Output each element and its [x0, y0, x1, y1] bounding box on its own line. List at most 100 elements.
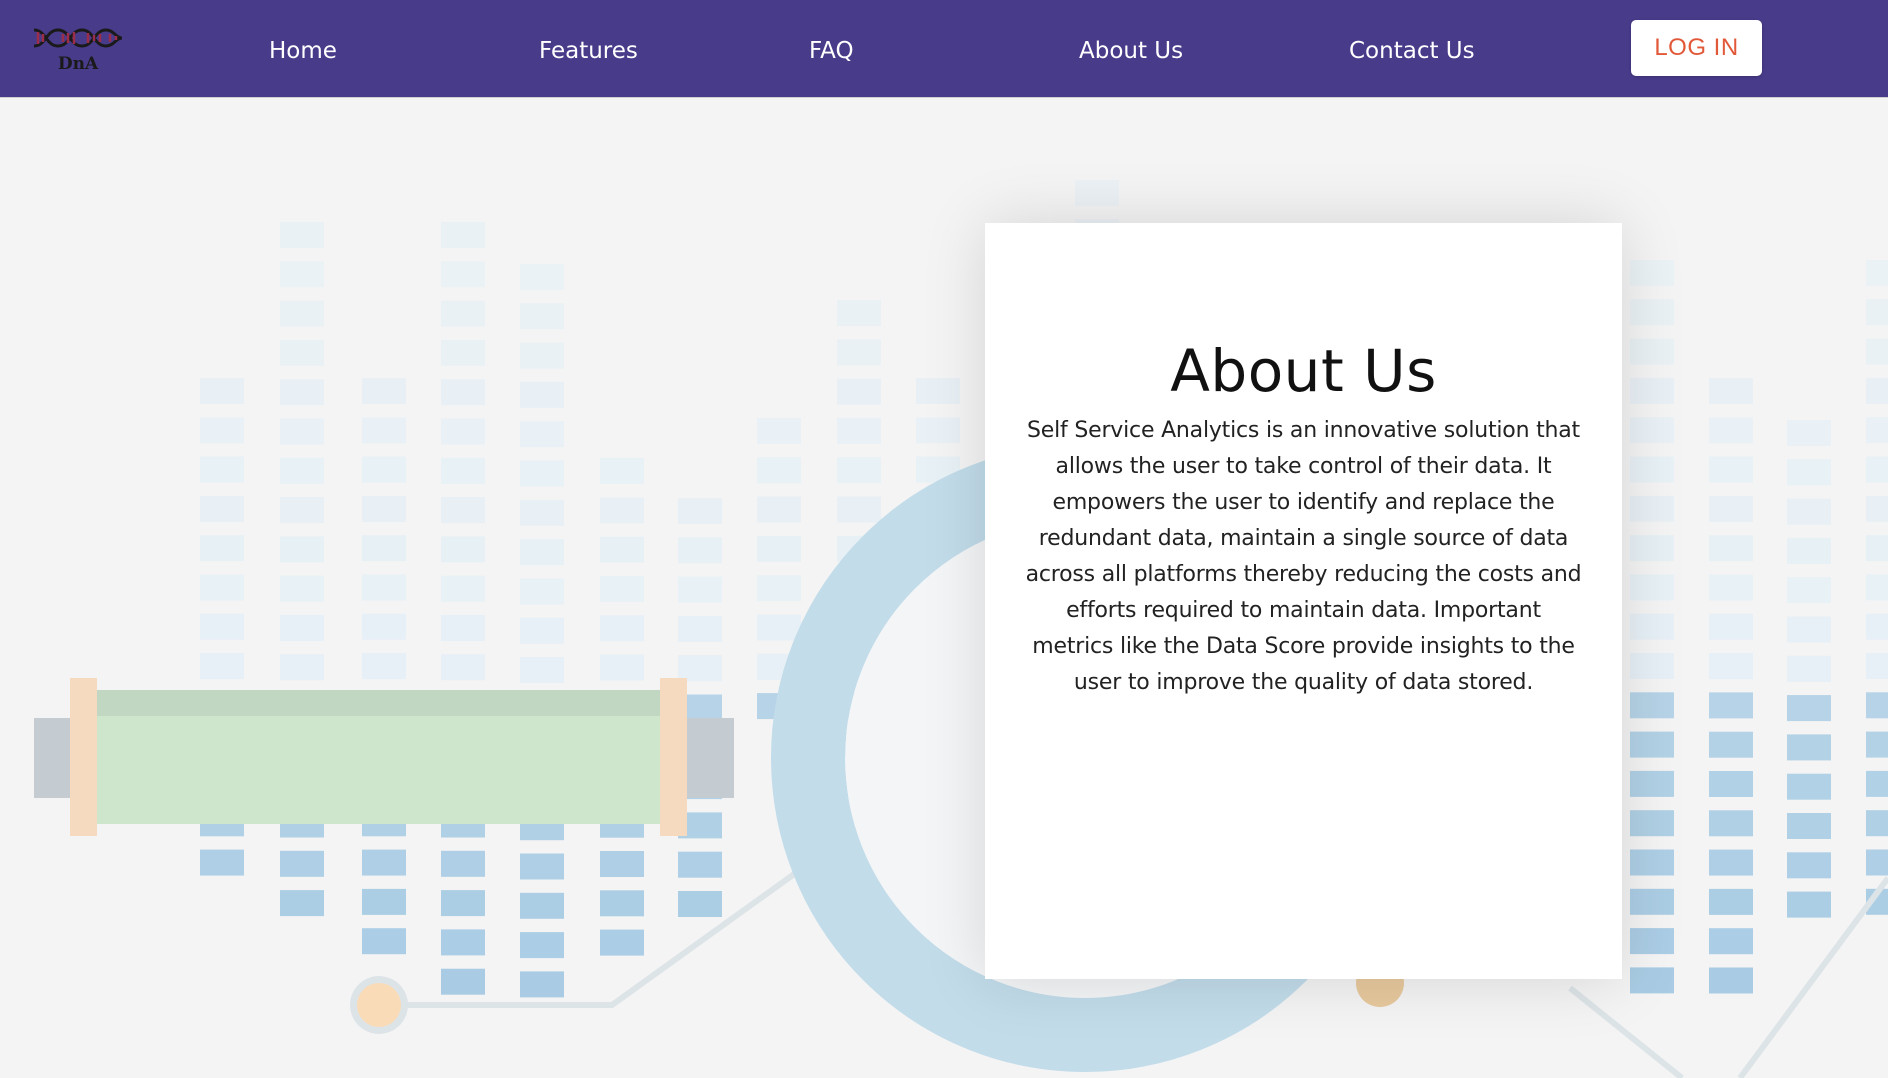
- equalizer-block: [757, 535, 801, 562]
- equalizer-block: [1630, 299, 1674, 326]
- equalizer-block: [1709, 574, 1753, 601]
- equalizer-block: [441, 457, 485, 484]
- equalizer-block: [520, 303, 564, 330]
- equalizer-block: [1866, 377, 1888, 404]
- equalizer-block: [441, 615, 485, 641]
- equalizer-block: [1787, 616, 1831, 643]
- equalizer-block: [280, 339, 324, 366]
- equalizer-block: [678, 851, 722, 878]
- login-button[interactable]: LOG IN: [1631, 20, 1762, 76]
- equalizer-block: [1787, 695, 1831, 722]
- equalizer-block: [1709, 771, 1753, 797]
- equalizer-block: [1866, 849, 1888, 876]
- equalizer-block: [1709, 928, 1753, 955]
- equalizer-block: [1630, 731, 1674, 758]
- equalizer-block: [916, 417, 960, 444]
- equalizer-block: [200, 495, 244, 522]
- equalizer-block: [441, 929, 485, 956]
- equalizer-block: [1866, 417, 1888, 444]
- equalizer-block: [441, 300, 485, 327]
- equalizer-block: [1709, 731, 1753, 758]
- equalizer-block: [1787, 577, 1831, 604]
- equalizer-block: [1630, 574, 1674, 601]
- about-us-card: About Us Self Service Analytics is an in…: [985, 223, 1622, 979]
- equalizer-block: [520, 421, 564, 448]
- equalizer-block: [280, 615, 324, 641]
- equalizer-block: [520, 657, 564, 683]
- equalizer-block: [1866, 692, 1888, 719]
- equalizer-block: [1630, 535, 1674, 562]
- equalizer-block: [1709, 888, 1753, 915]
- equalizer-block: [1630, 770, 1674, 797]
- equalizer-block: [1866, 731, 1888, 758]
- equalizer-block: [1709, 417, 1753, 444]
- pipe-illustration: [34, 678, 734, 836]
- equalizer-block: [1709, 653, 1753, 680]
- equalizer-block: [1709, 967, 1753, 994]
- equalizer-block: [441, 418, 485, 445]
- equalizer-block: [441, 339, 485, 366]
- equalizer-block: [362, 613, 406, 640]
- equalizer-block: [520, 460, 564, 487]
- equalizer-block: [280, 575, 324, 602]
- brand-logo[interactable]: DnA: [30, 24, 126, 76]
- equalizer-block: [1630, 888, 1674, 915]
- equalizer-block: [1630, 495, 1674, 522]
- equalizer-block: [362, 456, 406, 483]
- about-us-description: Self Service Analytics is an innovative …: [1025, 418, 1582, 695]
- top-navbar: DnA Home Features FAQ About Us Contact U…: [0, 0, 1888, 98]
- equalizer-block: [600, 458, 644, 484]
- equalizer-block: [837, 457, 881, 484]
- equalizer-block: [678, 498, 722, 524]
- equalizer-block: [441, 890, 485, 917]
- equalizer-block: [362, 888, 406, 915]
- equalizer-block: [280, 457, 324, 484]
- nav-faq-link[interactable]: FAQ: [809, 34, 854, 68]
- nav-contact-us-link[interactable]: Contact Us: [1349, 34, 1475, 68]
- equalizer-block: [1787, 891, 1831, 918]
- equalizer-block: [1787, 420, 1831, 446]
- equalizer-block: [1630, 928, 1674, 955]
- equalizer-block: [1787, 498, 1831, 525]
- equalizer-block: [520, 381, 564, 408]
- equalizer-block: [837, 300, 881, 326]
- nav-about-us-link[interactable]: About Us: [1079, 34, 1183, 68]
- nav-features-link[interactable]: Features: [539, 34, 638, 68]
- equalizer-block: [600, 615, 644, 642]
- equalizer-block: [280, 261, 324, 288]
- equalizer-block: [1866, 770, 1888, 797]
- equalizer-block: [280, 850, 324, 877]
- equalizer-block: [1866, 456, 1888, 483]
- equalizer-block: [1630, 692, 1674, 719]
- equalizer-block: [600, 654, 644, 681]
- equalizer-block: [757, 614, 801, 641]
- equalizer-block: [280, 379, 324, 406]
- equalizer-block: [1630, 967, 1674, 994]
- equalizer-block: [1630, 377, 1674, 404]
- equalizer-block: [1709, 849, 1753, 876]
- equalizer-block: [1866, 495, 1888, 522]
- equalizer-block: [520, 578, 564, 605]
- equalizer-block: [837, 496, 881, 523]
- equalizer-block: [600, 851, 644, 877]
- equalizer-block: [200, 653, 244, 680]
- equalizer-block: [520, 971, 564, 998]
- equalizer-block: [200, 456, 244, 483]
- equalizer-block: [1787, 655, 1831, 682]
- equalizer-block: [441, 497, 485, 524]
- equalizer-block: [1866, 535, 1888, 562]
- equalizer-block: [1075, 180, 1119, 206]
- equalizer-block: [362, 653, 406, 680]
- equalizer-block: [280, 300, 324, 327]
- equalizer-block: [362, 417, 406, 444]
- equalizer-block: [600, 575, 644, 602]
- equalizer-block: [757, 575, 801, 602]
- nav-home-link[interactable]: Home: [269, 34, 337, 68]
- equalizer-block: [1709, 692, 1753, 719]
- equalizer-block: [441, 261, 485, 288]
- equalizer-block: [200, 613, 244, 640]
- equalizer-block: [441, 536, 485, 563]
- equalizer-block: [441, 850, 485, 877]
- equalizer-block: [1709, 535, 1753, 562]
- equalizer-block: [200, 574, 244, 601]
